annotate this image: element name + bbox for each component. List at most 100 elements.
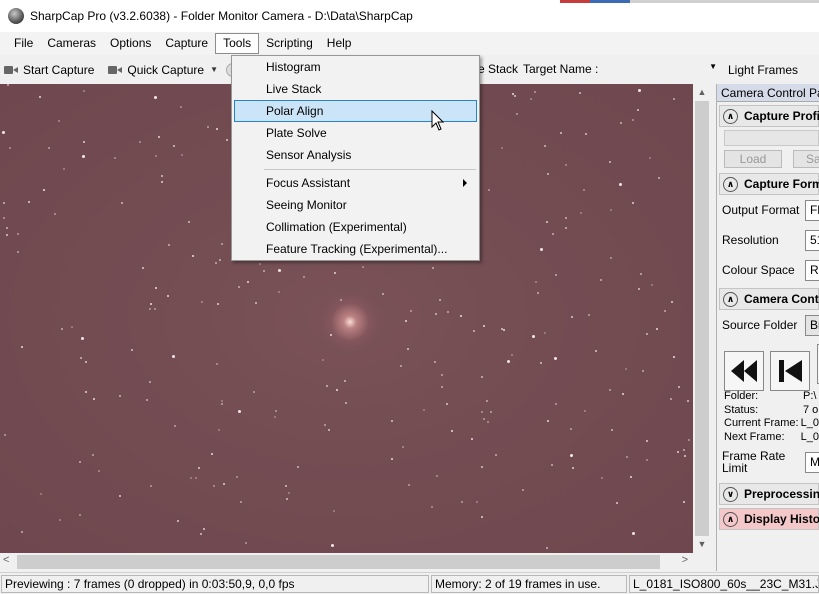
star	[288, 492, 290, 494]
vertical-scroll-thumb[interactable]	[695, 101, 709, 536]
star	[673, 98, 675, 100]
star	[610, 209, 612, 211]
star	[85, 391, 87, 393]
star	[588, 314, 590, 316]
save-profile-button[interactable]: Sa	[793, 150, 819, 168]
load-profile-button[interactable]: Load	[724, 150, 782, 168]
capture-profile-header[interactable]: ∧ Capture Profile	[719, 105, 819, 127]
star	[512, 93, 514, 95]
scroll-down-icon[interactable]: ▼	[693, 536, 711, 553]
star	[616, 502, 618, 504]
menu-item-feature-tracking[interactable]: Feature Tracking (Experimental)...	[234, 238, 477, 260]
preprocessing-header[interactable]: ∨ Preprocessing	[719, 483, 819, 505]
chevron-down-icon[interactable]: ▼	[210, 65, 218, 74]
star	[253, 391, 255, 393]
quick-capture-button[interactable]: Quick Capture ▼	[104, 59, 222, 81]
menu-separator	[264, 169, 476, 170]
menu-item-collimation[interactable]: Collimation (Experimental)	[234, 216, 477, 238]
menu-file[interactable]: File	[7, 33, 40, 54]
star	[207, 126, 209, 128]
star	[471, 438, 473, 440]
star	[514, 95, 516, 97]
live-stack-button[interactable]: e Stack	[478, 62, 518, 76]
menu-cameras[interactable]: Cameras	[40, 33, 103, 54]
star	[203, 528, 205, 530]
menu-help[interactable]: Help	[320, 33, 359, 54]
browse-folder-button[interactable]: Bro	[805, 314, 819, 336]
star	[620, 122, 622, 124]
star	[632, 202, 634, 204]
star	[434, 361, 436, 363]
menu-item-live-stack[interactable]: Live Stack	[234, 78, 477, 100]
menu-item-histogram[interactable]: Histogram	[234, 56, 477, 78]
target-name-combo[interactable]: ▼	[597, 59, 721, 80]
current-frame-label: Current Frame:	[724, 417, 799, 429]
star	[180, 106, 182, 108]
star	[173, 145, 175, 147]
star	[79, 514, 81, 516]
scroll-left-icon[interactable]: <	[3, 554, 9, 566]
colour-space-select[interactable]: R	[805, 259, 819, 281]
star	[583, 189, 585, 191]
chevron-up-icon[interactable]: ∧	[723, 511, 738, 527]
star	[139, 141, 141, 143]
skip-back-button[interactable]	[770, 351, 811, 391]
current-frame-info: Current Frame: L_0	[717, 417, 819, 431]
menu-options[interactable]: Options	[103, 33, 158, 54]
star	[259, 263, 261, 265]
star	[131, 349, 133, 351]
start-capture-label: Start Capture	[23, 62, 95, 77]
star	[286, 498, 288, 500]
star	[247, 281, 249, 283]
scroll-up-icon[interactable]: ▲	[693, 84, 711, 101]
menu-tools[interactable]: Tools	[215, 33, 260, 54]
chevron-down-icon[interactable]: ▼	[709, 62, 717, 71]
star	[83, 90, 85, 92]
start-capture-button[interactable]: Start Capture	[0, 59, 98, 81]
chevron-up-icon[interactable]: ∧	[723, 108, 738, 124]
star	[546, 221, 548, 223]
star	[570, 428, 572, 430]
menu-capture[interactable]: Capture	[158, 33, 215, 54]
camera-controls-header[interactable]: ∧ Camera Contro	[719, 288, 819, 310]
output-format-select[interactable]: Fl	[805, 199, 819, 221]
star	[407, 348, 409, 350]
video-camera-icon	[108, 65, 123, 75]
resolution-select[interactable]: 51	[805, 229, 819, 251]
star	[579, 92, 581, 94]
star	[446, 403, 448, 405]
menu-item-sensor-analysis[interactable]: Sensor Analysis	[234, 144, 477, 166]
capture-format-header[interactable]: ∧ Capture Forma	[719, 173, 819, 195]
star	[402, 446, 404, 448]
star	[2, 131, 5, 134]
chevron-down-icon[interactable]: ∨	[723, 486, 738, 502]
profile-select[interactable]	[724, 130, 819, 146]
star	[172, 355, 175, 358]
display-histogram-header[interactable]: ∧ Display Histogi	[719, 508, 819, 530]
star	[683, 449, 685, 451]
star	[481, 376, 483, 378]
star	[340, 299, 342, 301]
rewind-button[interactable]	[724, 351, 764, 391]
horizontal-scrollbar[interactable]: < >	[0, 553, 693, 571]
chevron-up-icon[interactable]: ∧	[723, 176, 738, 192]
star	[656, 328, 658, 330]
menu-scripting[interactable]: Scripting	[259, 33, 320, 54]
display-histogram-label: Display Histogi	[744, 512, 819, 526]
star	[92, 454, 94, 456]
vertical-scrollbar[interactable]: ▲ ▼	[693, 84, 711, 553]
star	[82, 155, 85, 158]
current-frame-value: L_0	[800, 417, 819, 429]
menu-item-seeing-monitor[interactable]: Seeing Monitor	[234, 194, 477, 216]
star	[651, 284, 653, 286]
star	[83, 141, 85, 143]
scroll-right-icon[interactable]: >	[682, 554, 688, 566]
chevron-up-icon[interactable]: ∧	[723, 291, 738, 307]
menu-item-focus-assistant[interactable]: Focus Assistant	[234, 172, 477, 194]
frame-rate-select[interactable]: M	[805, 451, 819, 473]
star	[154, 308, 156, 310]
horizontal-scroll-thumb[interactable]	[17, 555, 660, 569]
star	[3, 217, 5, 219]
frame-type-selector[interactable]: Light Frames	[722, 56, 819, 83]
star	[595, 350, 597, 352]
